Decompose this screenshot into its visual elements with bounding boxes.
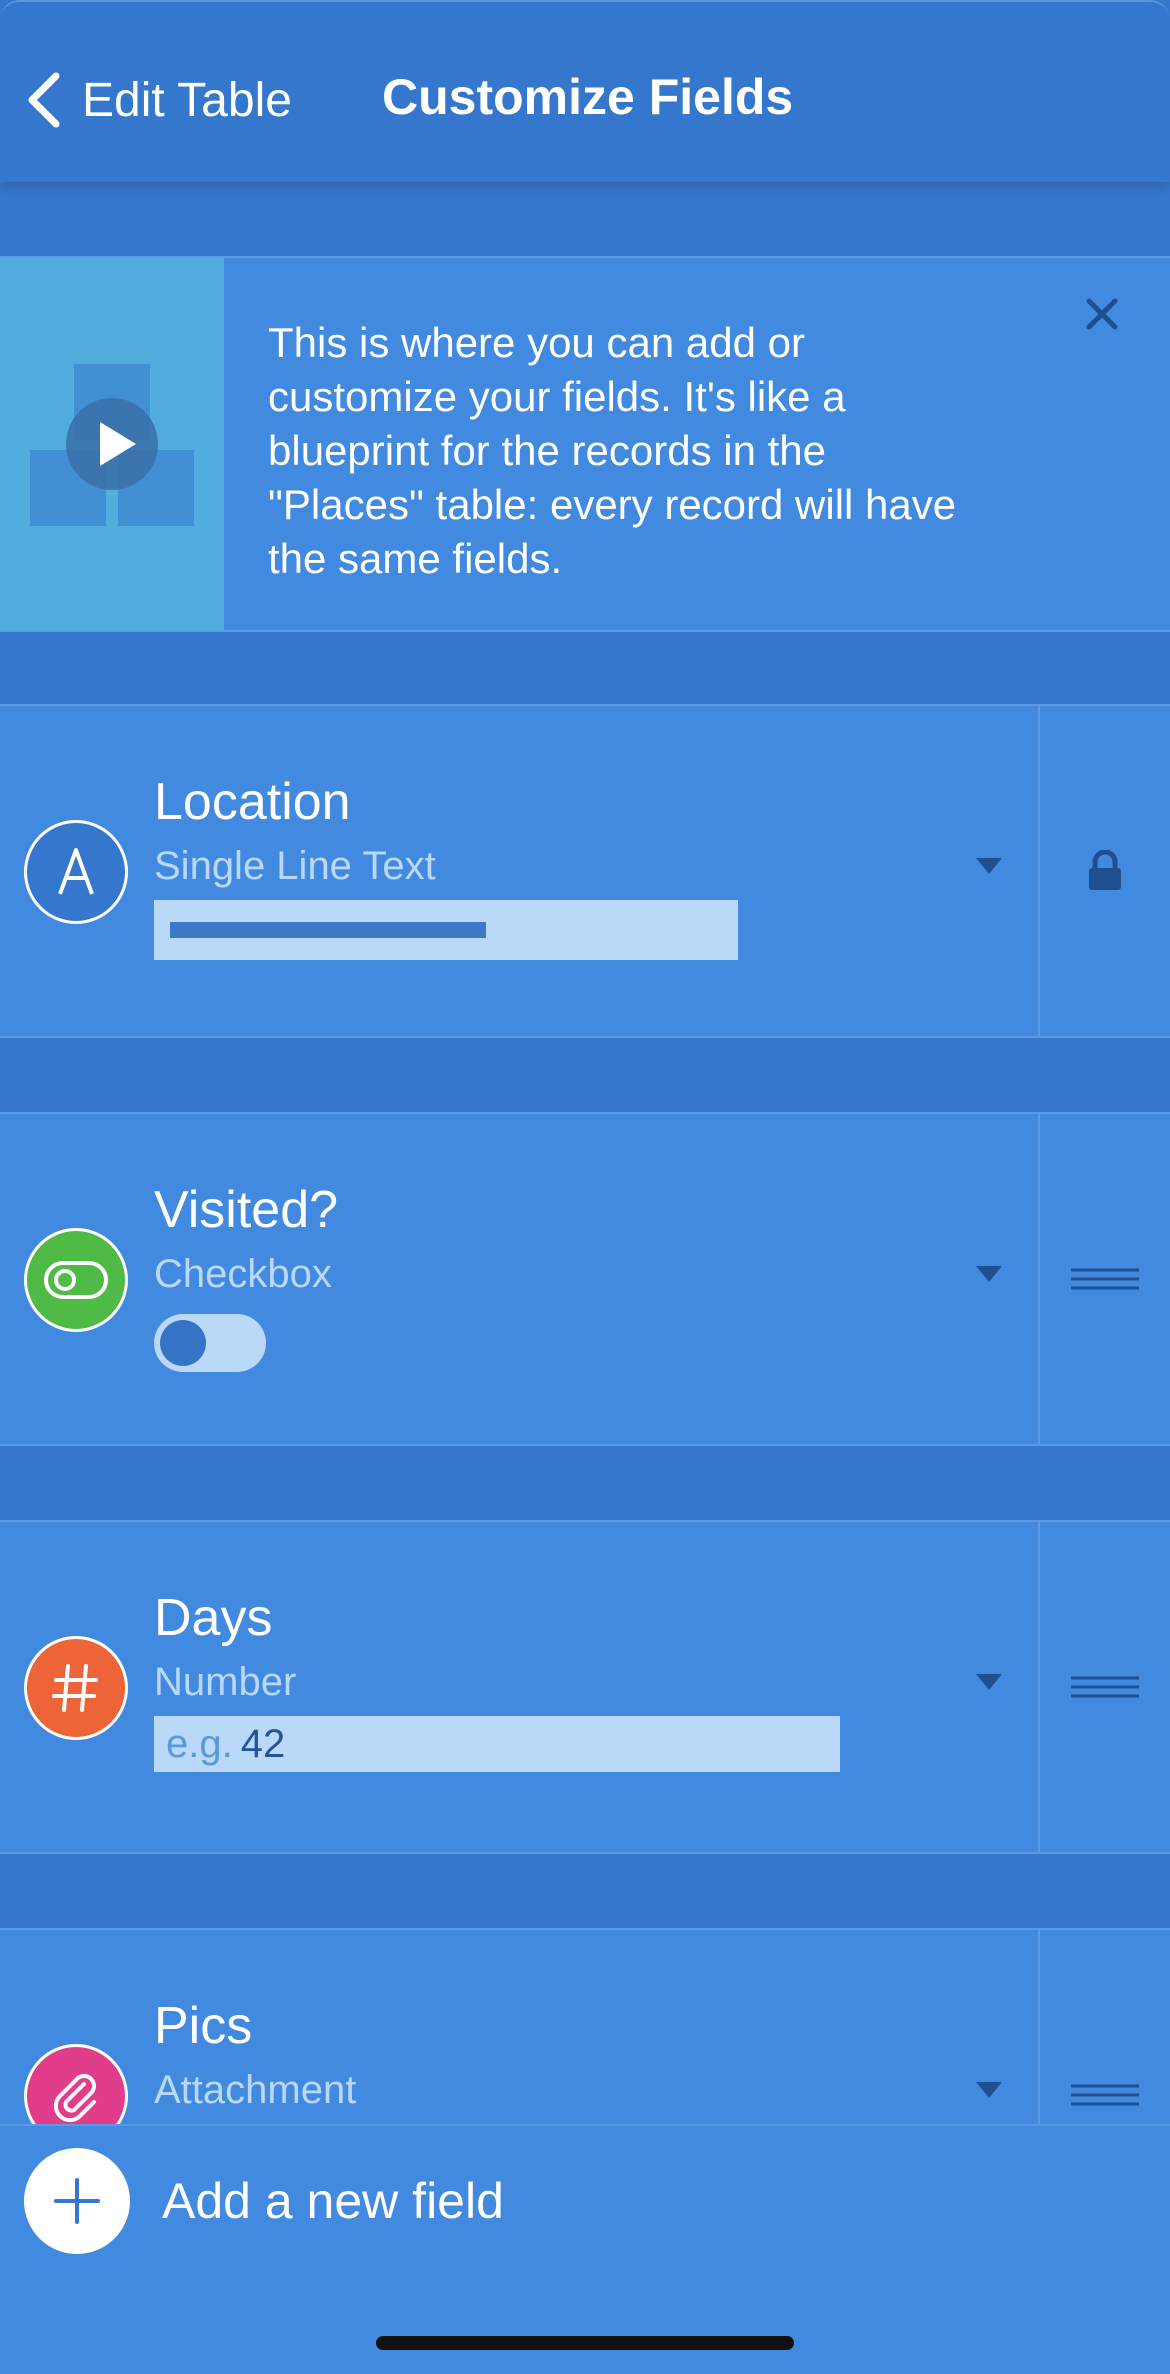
drag-handle-icon bbox=[1071, 1676, 1139, 1698]
add-field-label: Add a new field bbox=[162, 2173, 504, 2229]
plus-icon bbox=[24, 2148, 130, 2254]
number-placeholder: e.g. bbox=[166, 1722, 233, 1766]
play-icon bbox=[30, 364, 194, 526]
field-type: Attachment bbox=[154, 2068, 357, 2112]
field-name: Location bbox=[154, 773, 351, 831]
navigation-bar: Edit Table Customize Fields bbox=[0, 2, 1170, 182]
back-button-label: Edit Table bbox=[82, 73, 292, 127]
sheet: Edit Table Customize Fields This is wher… bbox=[0, 0, 1170, 2374]
reorder-handle[interactable] bbox=[1038, 1522, 1170, 1852]
page-title: Customize Fields bbox=[382, 69, 794, 125]
home-indicator bbox=[376, 2336, 794, 2350]
field-type: Number bbox=[154, 1660, 297, 1704]
text-field-preview bbox=[154, 900, 738, 960]
close-icon[interactable] bbox=[1086, 298, 1118, 330]
toggle-icon bbox=[24, 1228, 128, 1332]
field-type: Checkbox bbox=[154, 1252, 332, 1296]
field-edit-area[interactable]: Location Single Line Text bbox=[0, 706, 1038, 1036]
field-card-visited: Visited? Checkbox bbox=[0, 1112, 1170, 1446]
checkbox-toggle-preview[interactable] bbox=[154, 1314, 266, 1372]
field-name: Days bbox=[154, 1589, 273, 1647]
text-a-icon bbox=[24, 820, 128, 924]
field-card-location: Location Single Line Text bbox=[0, 704, 1170, 1038]
add-field-button[interactable]: Add a new field bbox=[24, 2148, 504, 2254]
primary-field-lock bbox=[1038, 706, 1170, 1036]
chevron-down-icon[interactable] bbox=[974, 1672, 1004, 1692]
chevron-down-icon[interactable] bbox=[974, 2080, 1004, 2100]
hash-icon bbox=[24, 1636, 128, 1740]
field-card-days: Days Number e.g. 42 bbox=[0, 1520, 1170, 1854]
back-button[interactable]: Edit Table bbox=[24, 64, 292, 136]
lock-icon bbox=[1089, 850, 1121, 890]
chevron-left-icon bbox=[28, 72, 60, 128]
reorder-handle[interactable] bbox=[1038, 1114, 1170, 1444]
field-name: Visited? bbox=[154, 1181, 339, 1239]
field-edit-area[interactable]: Visited? Checkbox bbox=[0, 1114, 1038, 1444]
drag-handle-icon bbox=[1071, 1268, 1139, 1290]
field-name: Pics bbox=[154, 1997, 253, 2055]
number-input-preview[interactable]: e.g. 42 bbox=[154, 1716, 840, 1772]
tutorial-video-thumbnail[interactable] bbox=[0, 258, 224, 630]
info-banner: This is where you can add or customize y… bbox=[0, 256, 1170, 632]
field-type: Single Line Text bbox=[154, 844, 436, 888]
drag-handle-icon bbox=[1071, 2084, 1139, 2106]
number-value: 42 bbox=[240, 1722, 286, 1766]
banner-text: This is where you can add or customize y… bbox=[268, 319, 957, 582]
field-edit-area[interactable]: Days Number e.g. 42 bbox=[0, 1522, 1038, 1852]
chevron-down-icon[interactable] bbox=[974, 1264, 1004, 1284]
chevron-down-icon[interactable] bbox=[974, 856, 1004, 876]
